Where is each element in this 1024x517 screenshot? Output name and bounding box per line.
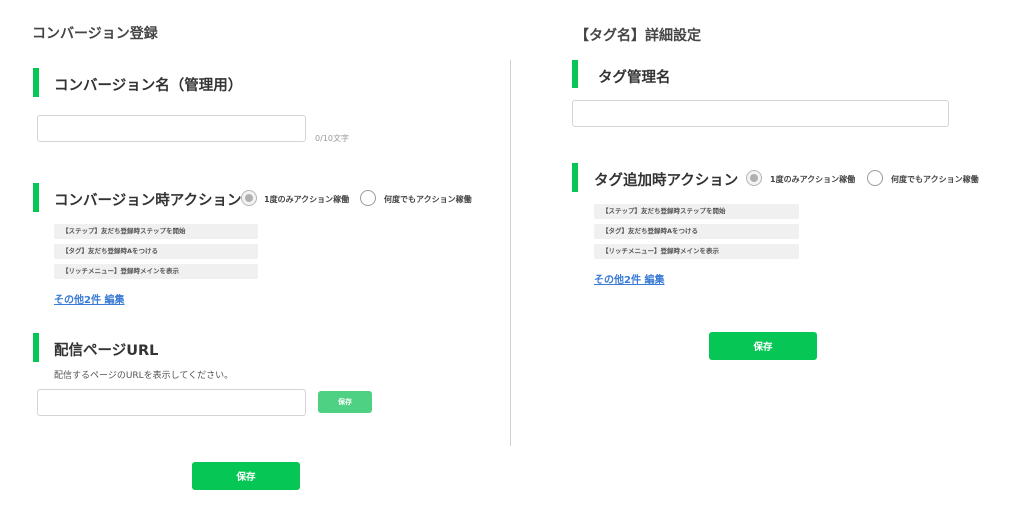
section-accent-bar [33,333,39,362]
tag-name-title: タグ管理名 [598,70,671,86]
section-accent-bar [33,68,39,97]
conversion-name-input[interactable] [37,115,306,142]
conversion-action-title: コンバージョン時アクション [54,193,242,209]
action-chip-tag: 【タグ】友だち登録時Aをつける [54,244,258,259]
radio-every[interactable] [867,170,883,186]
action-chip-step: 【ステップ】友だち登録時ステップを開始 [54,224,258,239]
radio-once-label: 1度のみアクション稼働 [770,175,856,184]
conversion-name-title: コンバージョン名（管理用） [54,78,243,94]
section-accent-bar [572,163,578,192]
save-button[interactable]: 保存 [192,462,300,490]
radio-every[interactable] [360,190,376,206]
delivery-url-description: 配信するページのURLを表示してください。 [54,371,234,381]
panel-divider [510,60,511,446]
section-accent-bar [33,183,39,212]
action-chip-richmenu: 【リッチメニュー】登録時メインを表示 [594,244,799,259]
radio-every-label: 何度でもアクション稼働 [384,195,472,204]
tag-action-title: タグ追加時アクション [594,173,739,189]
url-save-button[interactable]: 保存 [318,391,372,413]
tag-name-input[interactable] [572,100,949,127]
radio-once[interactable] [746,170,762,186]
radio-once[interactable] [241,190,257,206]
page-title: コンバージョン登録 [32,26,158,42]
action-chip-richmenu: 【リッチメニュー】登録時メインを表示 [54,264,258,279]
more-actions-edit-link[interactable]: その他2件 編集 [54,291,124,306]
save-button[interactable]: 保存 [709,332,817,360]
radio-every-label: 何度でもアクション稼働 [891,175,979,184]
section-accent-bar [572,60,578,88]
radio-once-label: 1度のみアクション稼働 [264,195,350,204]
more-actions-edit-link[interactable]: その他2件 編集 [594,271,664,286]
char-counter: 0/10文字 [315,134,349,143]
action-chip-tag: 【タグ】友だち登録時Aをつける [594,224,799,239]
page-title: 【タグ名】詳細設定 [575,28,701,44]
delivery-url-title: 配信ページURL [54,343,159,359]
action-chip-step: 【ステップ】友だち登録時ステップを開始 [594,204,799,219]
delivery-url-input[interactable] [37,389,306,416]
